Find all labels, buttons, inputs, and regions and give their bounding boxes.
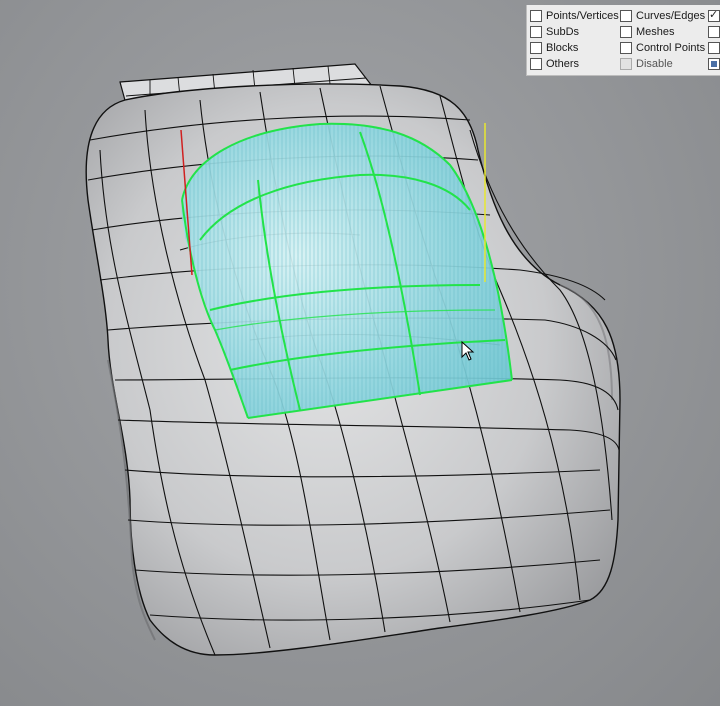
meshes-checkbox[interactable]: [620, 26, 632, 38]
meshes-label: Meshes: [636, 26, 675, 38]
curves-edges-checkbox[interactable]: [620, 10, 632, 22]
points-vertices-label: Points/Vertices: [546, 10, 619, 22]
control-points-checkbox[interactable]: [620, 42, 632, 54]
extra-disable-checkbox[interactable]: [708, 58, 720, 70]
osnap-subds[interactable]: SubDs: [530, 25, 579, 39]
osnap-extra-cp[interactable]: [708, 41, 720, 55]
osnap-blocks[interactable]: Blocks: [530, 41, 578, 55]
osnap-extra-meshes[interactable]: [708, 25, 720, 39]
osnap-control-points[interactable]: Control Points: [620, 41, 705, 55]
osnap-meshes[interactable]: Meshes: [620, 25, 675, 39]
blocks-label: Blocks: [546, 42, 579, 54]
perspective-viewport[interactable]: [0, 0, 720, 706]
viewport-canvas[interactable]: [0, 0, 720, 706]
others-label: Others: [546, 58, 580, 70]
points-vertices-checkbox[interactable]: [530, 10, 542, 22]
osnap-curves-edges[interactable]: Curves/Edges: [620, 9, 705, 23]
disable-checkbox[interactable]: [620, 58, 632, 70]
blocks-checkbox[interactable]: [530, 42, 542, 54]
extra-cp-checkbox[interactable]: [708, 42, 720, 54]
subds-checkbox[interactable]: [530, 26, 542, 38]
curves-edges-label: Curves/Edges: [636, 10, 706, 22]
object-snap-panel: Points/Vertices Curves/Edges SubDs Meshe…: [526, 5, 720, 76]
osnap-points-vertices[interactable]: Points/Vertices: [530, 9, 619, 23]
control-points-label: Control Points: [636, 42, 706, 54]
extra-meshes-checkbox[interactable]: [708, 26, 720, 38]
osnap-extra-disable[interactable]: [708, 57, 720, 71]
disable-label: Disable: [636, 58, 673, 70]
others-checkbox[interactable]: [530, 58, 542, 70]
osnap-others[interactable]: Others: [530, 57, 579, 71]
subds-label: SubDs: [546, 26, 580, 38]
osnap-disable[interactable]: Disable: [620, 57, 673, 71]
extra-top-checkbox[interactable]: [708, 8, 720, 22]
osnap-extra-top[interactable]: [708, 8, 720, 23]
